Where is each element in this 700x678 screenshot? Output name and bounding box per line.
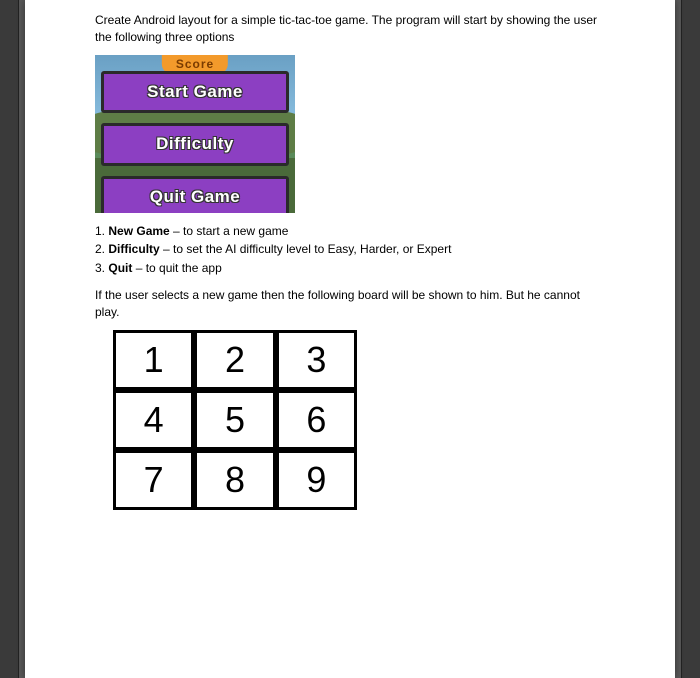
board-cell[interactable]: 5 — [197, 393, 272, 447]
viewer-rail-right — [681, 0, 700, 678]
board-cell[interactable]: 1 — [116, 333, 191, 387]
board-cell[interactable]: 6 — [279, 393, 354, 447]
list-num: 1. — [95, 224, 105, 238]
start-game-button[interactable]: Start Game — [101, 71, 289, 114]
list-num: 2. — [95, 242, 105, 256]
board-cell[interactable]: 9 — [279, 453, 354, 507]
list-num: 3. — [95, 261, 105, 275]
menu-buttons-column: Start Game Difficulty Quit Game — [101, 71, 289, 213]
board-cell[interactable]: 4 — [116, 393, 191, 447]
list-item: 2. Difficulty – to set the AI difficulty… — [95, 241, 605, 258]
tic-tac-toe-board: 1 2 3 4 5 6 7 8 9 — [116, 333, 354, 507]
board-cell[interactable]: 8 — [197, 453, 272, 507]
board-cell[interactable]: 7 — [116, 453, 191, 507]
viewer-rail-left — [0, 0, 19, 678]
list-rest: – to start a new game — [170, 224, 289, 238]
list-item: 3. Quit – to quit the app — [95, 260, 605, 277]
board-cell[interactable]: 2 — [197, 333, 272, 387]
list-term: Difficulty — [108, 242, 159, 256]
list-term: New Game — [108, 224, 169, 238]
list-rest: – to set the AI difficulty level to Easy… — [160, 242, 452, 256]
quit-game-button[interactable]: Quit Game — [101, 176, 289, 213]
difficulty-button[interactable]: Difficulty — [101, 123, 289, 166]
intro-text: Create Android layout for a simple tic-t… — [95, 12, 605, 47]
board-cell[interactable]: 3 — [279, 333, 354, 387]
list-rest: – to quit the app — [132, 261, 221, 275]
list-term: Quit — [108, 261, 132, 275]
after-list-text: If the user selects a new game then the … — [95, 287, 605, 322]
document-page: Create Android layout for a simple tic-t… — [25, 0, 675, 678]
options-list: 1. New Game – to start a new game 2. Dif… — [95, 223, 605, 277]
viewport: Create Android layout for a simple tic-t… — [0, 0, 700, 678]
menu-screenshot: Score Start Game Difficulty Quit Game — [95, 55, 295, 213]
board-container: 1 2 3 4 5 6 7 8 9 — [113, 330, 357, 510]
list-item: 1. New Game – to start a new game — [95, 223, 605, 240]
